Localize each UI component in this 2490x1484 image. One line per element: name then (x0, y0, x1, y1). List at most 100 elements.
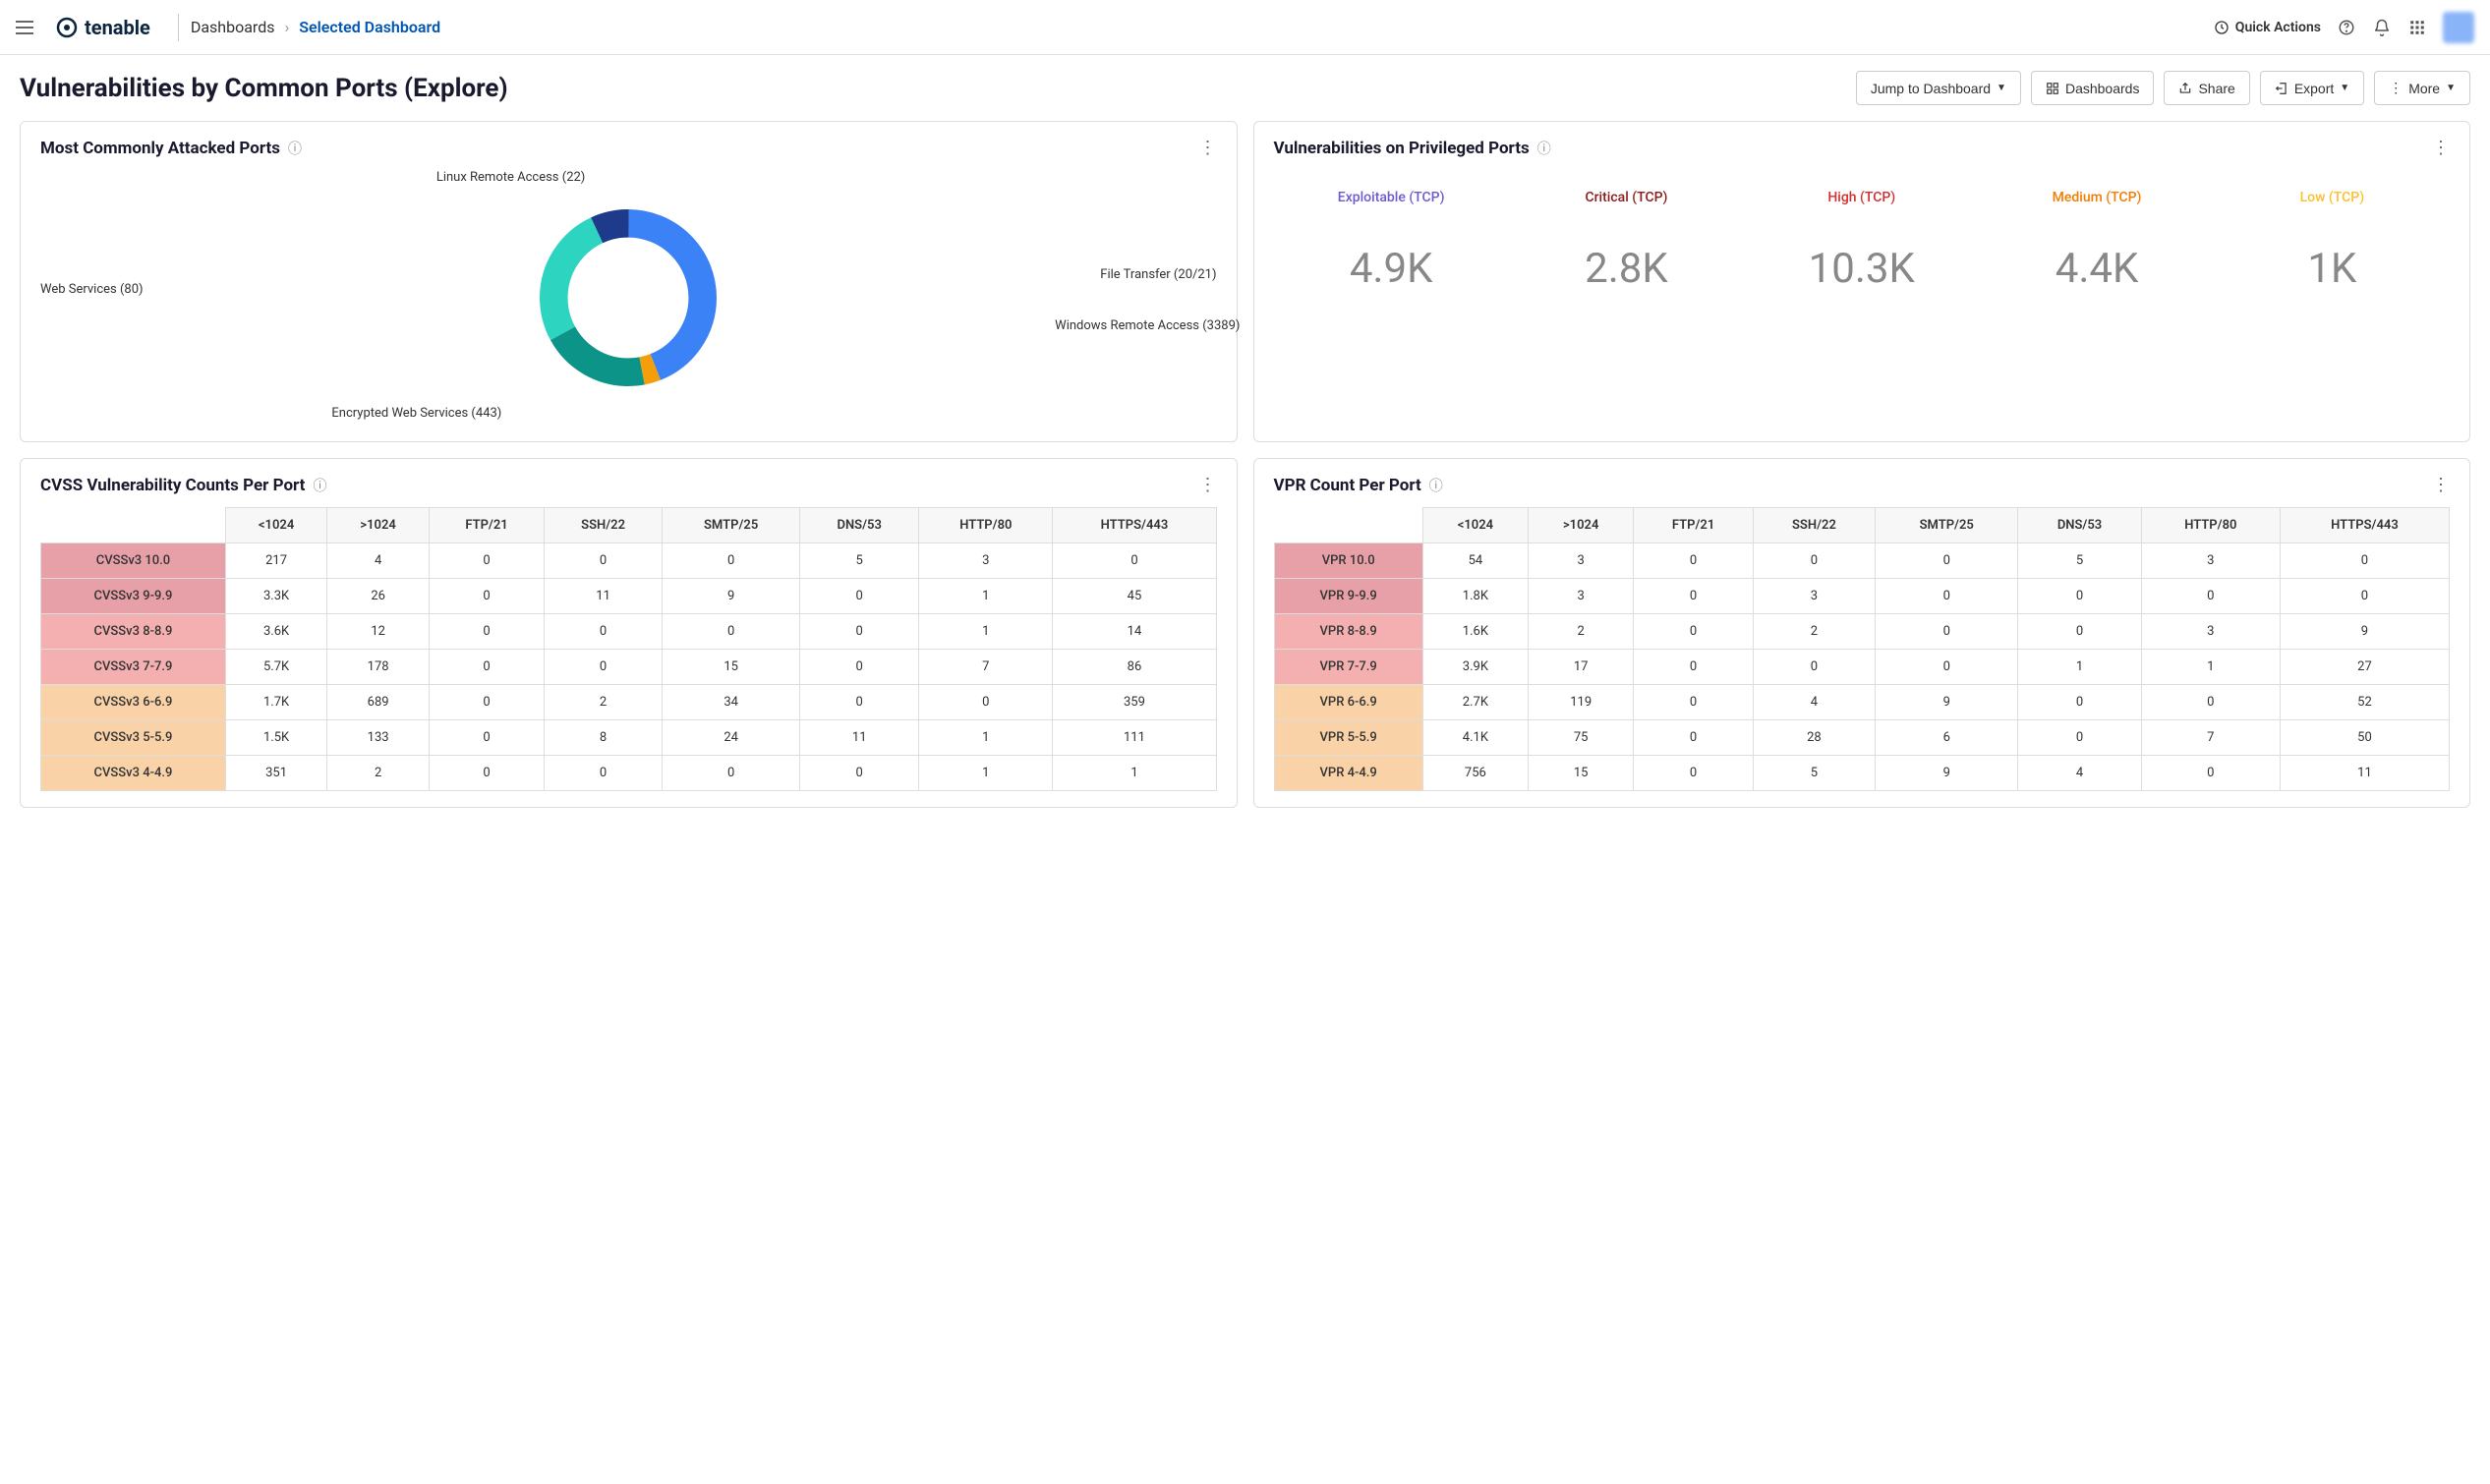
table-cell[interactable]: 2 (545, 685, 663, 720)
table-cell[interactable]: 1 (919, 579, 1053, 614)
table-cell[interactable]: 1 (919, 614, 1053, 650)
table-cell[interactable]: 34 (663, 685, 800, 720)
table-cell[interactable]: 26 (327, 579, 430, 614)
card-menu-icon[interactable]: ⋮ (2432, 138, 2450, 158)
col-header[interactable]: SSH/22 (545, 508, 663, 543)
table-cell[interactable]: 0 (800, 614, 919, 650)
col-header[interactable]: SSH/22 (1753, 508, 1875, 543)
metric[interactable]: High (TCP)10.3K (1744, 190, 1979, 293)
table-cell[interactable]: 0 (1876, 650, 2018, 685)
table-cell[interactable]: 5.7K (225, 650, 326, 685)
table-cell[interactable]: 6 (1876, 720, 2018, 756)
table-cell[interactable]: 0 (429, 650, 544, 685)
export-button[interactable]: Export▼ (2260, 71, 2364, 105)
brand-logo[interactable]: tenable (55, 16, 150, 39)
dashboards-button[interactable]: Dashboards (2031, 71, 2155, 105)
avatar[interactable] (2443, 12, 2474, 43)
table-cell[interactable]: 11 (800, 720, 919, 756)
table-cell[interactable]: 7 (919, 650, 1053, 685)
share-button[interactable]: Share (2164, 71, 2249, 105)
table-cell[interactable]: 1.5K (225, 720, 326, 756)
table-cell[interactable]: 0 (429, 685, 544, 720)
table-cell[interactable]: 28 (1753, 720, 1875, 756)
breadcrumb-current[interactable]: Selected Dashboard (299, 18, 440, 36)
table-cell[interactable]: 111 (1053, 720, 1216, 756)
col-header[interactable]: >1024 (1528, 508, 1633, 543)
table-cell[interactable]: 0 (919, 685, 1053, 720)
table-cell[interactable]: 2.7K (1422, 685, 1528, 720)
metric[interactable]: Critical (TCP)2.8K (1509, 190, 1744, 293)
table-cell[interactable]: 689 (327, 685, 430, 720)
donut-chart[interactable]: Linux Remote Access (22) File Transfer (… (40, 170, 1217, 426)
bell-icon[interactable] (2372, 18, 2392, 37)
row-label[interactable]: VPR 7-7.9 (1274, 650, 1422, 685)
table-cell[interactable]: 0 (663, 756, 800, 791)
table-cell[interactable]: 119 (1528, 685, 1633, 720)
table-cell[interactable]: 0 (1876, 579, 2018, 614)
table-cell[interactable]: 75 (1528, 720, 1633, 756)
col-header[interactable]: DNS/53 (800, 508, 919, 543)
table-cell[interactable]: 756 (1422, 756, 1528, 791)
metric[interactable]: Medium (TCP)4.4K (1979, 190, 2214, 293)
table-cell[interactable]: 0 (429, 720, 544, 756)
table-cell[interactable]: 0 (545, 650, 663, 685)
col-header[interactable]: FTP/21 (1634, 508, 1753, 543)
table-cell[interactable]: 5 (2018, 543, 2141, 579)
info-icon[interactable]: ⓘ (1429, 476, 1443, 495)
table-cell[interactable]: 1.6K (1422, 614, 1528, 650)
row-label[interactable]: CVSSv3 7-7.9 (41, 650, 226, 685)
table-cell[interactable]: 0 (2018, 720, 2141, 756)
col-header[interactable]: HTTPS/443 (1053, 508, 1216, 543)
table-cell[interactable]: 0 (429, 614, 544, 650)
breadcrumb-root[interactable]: Dashboards (191, 18, 275, 36)
table-cell[interactable]: 0 (2141, 685, 2280, 720)
info-icon[interactable]: ⓘ (313, 476, 326, 495)
metric[interactable]: Low (TCP)1K (2215, 190, 2450, 293)
table-cell[interactable]: 9 (663, 579, 800, 614)
table-cell[interactable]: 11 (545, 579, 663, 614)
table-cell[interactable]: 8 (545, 720, 663, 756)
table-cell[interactable]: 14 (1053, 614, 1216, 650)
table-cell[interactable]: 9 (2280, 614, 2449, 650)
row-label[interactable]: VPR 10.0 (1274, 543, 1422, 579)
table-cell[interactable]: 0 (429, 756, 544, 791)
row-label[interactable]: VPR 8-8.9 (1274, 614, 1422, 650)
row-label[interactable]: CVSSv3 10.0 (41, 543, 226, 579)
table-cell[interactable]: 4 (327, 543, 430, 579)
table-cell[interactable]: 54 (1422, 543, 1528, 579)
row-label[interactable]: CVSSv3 4-4.9 (41, 756, 226, 791)
card-menu-icon[interactable]: ⋮ (2432, 475, 2450, 495)
table-cell[interactable]: 1 (1053, 756, 1216, 791)
table-cell[interactable]: 0 (1876, 543, 2018, 579)
row-label[interactable]: CVSSv3 9-9.9 (41, 579, 226, 614)
table-cell[interactable]: 0 (1634, 614, 1753, 650)
col-header[interactable]: DNS/53 (2018, 508, 2141, 543)
table-cell[interactable]: 0 (429, 579, 544, 614)
col-header[interactable]: <1024 (225, 508, 326, 543)
table-cell[interactable]: 11 (2280, 756, 2449, 791)
jump-to-dashboard-button[interactable]: Jump to Dashboard▼ (1856, 71, 2021, 105)
table-cell[interactable]: 0 (1634, 720, 1753, 756)
table-cell[interactable]: 0 (2141, 579, 2280, 614)
table-cell[interactable]: 0 (1634, 756, 1753, 791)
table-cell[interactable]: 45 (1053, 579, 1216, 614)
table-cell[interactable]: 2 (1528, 614, 1633, 650)
table-cell[interactable]: 1 (2018, 650, 2141, 685)
table-cell[interactable]: 3 (2141, 614, 2280, 650)
card-menu-icon[interactable]: ⋮ (1199, 475, 1217, 495)
table-cell[interactable]: 3 (1528, 543, 1633, 579)
table-cell[interactable]: 3.9K (1422, 650, 1528, 685)
row-label[interactable]: VPR 4-4.9 (1274, 756, 1422, 791)
table-cell[interactable]: 5 (1753, 756, 1875, 791)
table-cell[interactable]: 2 (327, 756, 430, 791)
col-header[interactable]: FTP/21 (429, 508, 544, 543)
table-cell[interactable]: 359 (1053, 685, 1216, 720)
table-cell[interactable]: 0 (429, 543, 544, 579)
col-header[interactable]: <1024 (1422, 508, 1528, 543)
table-cell[interactable]: 4 (1753, 685, 1875, 720)
table-cell[interactable]: 0 (1634, 579, 1753, 614)
table-cell[interactable]: 0 (2018, 685, 2141, 720)
quick-actions-button[interactable]: Quick Actions (2214, 20, 2321, 35)
info-icon[interactable]: ⓘ (288, 139, 302, 158)
table-cell[interactable]: 0 (800, 650, 919, 685)
